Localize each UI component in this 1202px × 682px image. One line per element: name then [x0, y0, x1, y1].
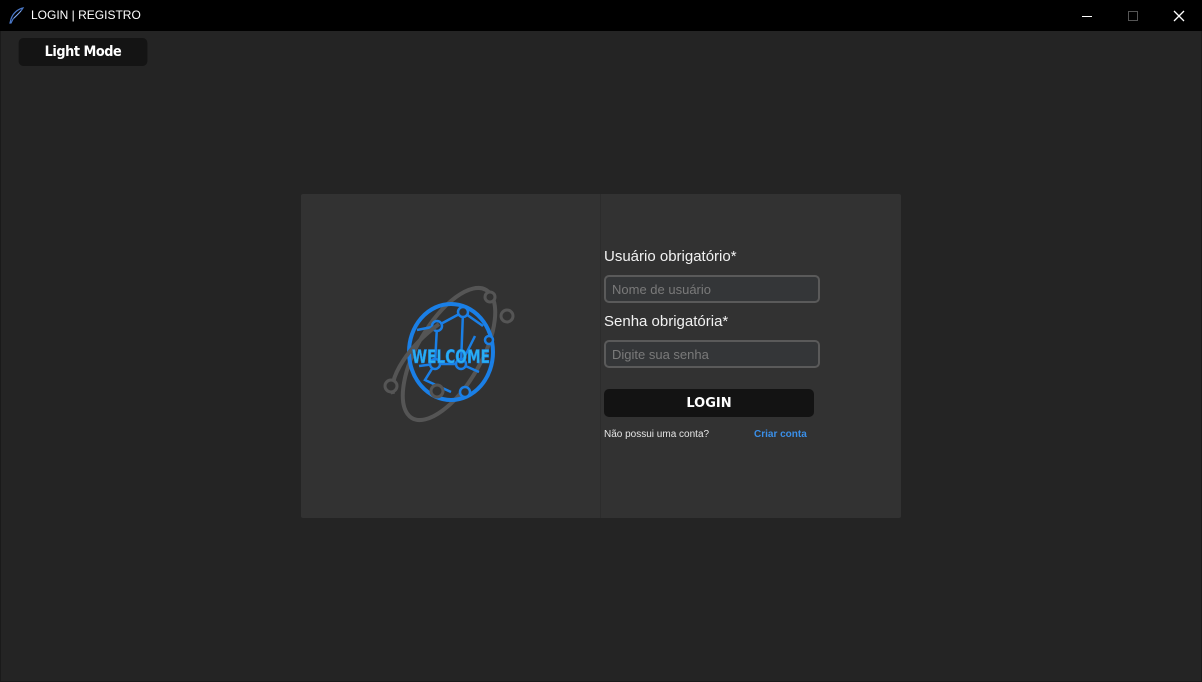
title-bar: LOGIN | REGISTRO: [0, 0, 1202, 31]
minimize-button[interactable]: [1064, 0, 1110, 31]
password-input[interactable]: [604, 340, 820, 368]
username-input[interactable]: [604, 275, 820, 303]
light-mode-button[interactable]: Light Mode: [18, 38, 148, 66]
welcome-logo-text: WELCOME: [412, 346, 490, 368]
maximize-button[interactable]: [1110, 0, 1156, 31]
card-divider: [600, 194, 601, 518]
password-label: Senha obrigatória*: [604, 313, 729, 330]
window-title: LOGIN | REGISTRO: [31, 8, 141, 22]
feather-pen-icon: [8, 7, 25, 24]
minimize-icon: [1082, 15, 1092, 17]
login-button[interactable]: LOGIN: [604, 389, 814, 417]
login-card: WELCOME Usuário obrigatório* Senha obrig…: [301, 194, 901, 518]
create-account-link[interactable]: Criar conta: [754, 429, 807, 440]
close-icon: [1173, 10, 1185, 21]
no-account-text: Não possui uma conta?: [604, 429, 710, 440]
username-label: Usuário obrigatório*: [604, 248, 737, 265]
maximize-icon: [1128, 10, 1138, 21]
close-button[interactable]: [1156, 0, 1202, 31]
globe-network-orbit-icon: WELCOME: [383, 285, 515, 423]
window-border-left: [0, 31, 1, 682]
